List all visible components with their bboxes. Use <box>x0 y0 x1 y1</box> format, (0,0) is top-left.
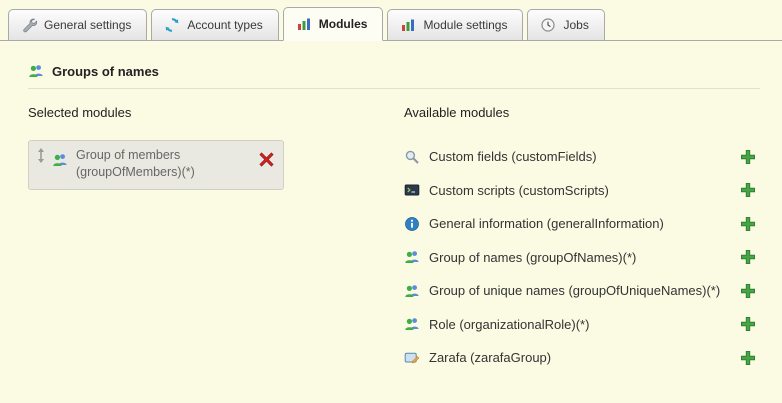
bar-chart-icon <box>400 17 416 33</box>
section-header: Groups of names <box>28 63 760 79</box>
tab-account-types[interactable]: Account types <box>151 9 278 41</box>
available-module-row: Role (organizationalRole)(*) <box>404 308 760 342</box>
group-icon <box>404 283 420 299</box>
add-module-button[interactable] <box>740 316 756 332</box>
script-icon <box>404 182 420 198</box>
add-module-button[interactable] <box>740 216 756 232</box>
section-title: Groups of names <box>52 64 159 79</box>
group-icon <box>404 249 420 265</box>
add-module-button[interactable] <box>740 283 756 299</box>
available-module-row: General information (generalInformation) <box>404 207 760 241</box>
tab-label: Jobs <box>563 18 588 32</box>
tab-modules[interactable]: Modules <box>283 7 384 41</box>
available-modules-column: Available modules Custom fields (customF… <box>404 105 760 375</box>
available-module-row: Zarafa (zarafaGroup) <box>404 341 760 375</box>
available-modules-heading: Available modules <box>404 105 760 120</box>
tab-general-settings[interactable]: General settings <box>8 9 147 41</box>
tab-jobs[interactable]: Jobs <box>527 9 604 41</box>
group-icon <box>52 152 68 168</box>
selected-modules-heading: Selected modules <box>28 105 404 120</box>
module-columns: Selected modules Group of members (group… <box>28 105 760 375</box>
drag-handle-icon[interactable] <box>37 148 46 163</box>
tab-label: Modules <box>319 17 368 31</box>
clock-icon <box>540 17 556 33</box>
add-module-button[interactable] <box>740 249 756 265</box>
tab-label: Account types <box>187 18 262 32</box>
available-module-row: Group of names (groupOfNames)(*) <box>404 241 760 275</box>
bar-chart-icon <box>296 16 312 32</box>
content-area: Groups of names Selected modules Group o… <box>0 41 782 375</box>
group-icon <box>28 63 44 79</box>
wrench-icon <box>21 17 37 33</box>
add-module-button[interactable] <box>740 350 756 366</box>
available-module-label: Group of names (groupOfNames)(*) <box>429 250 636 265</box>
available-module-row: Custom fields (customFields) <box>404 140 760 174</box>
info-icon <box>404 216 420 232</box>
available-module-label: Custom scripts (customScripts) <box>429 183 609 198</box>
tab-label: Module settings <box>423 18 507 32</box>
available-module-row: Custom scripts (customScripts) <box>404 174 760 208</box>
add-module-button[interactable] <box>740 182 756 198</box>
zarafa-icon <box>404 350 420 366</box>
available-module-row: Group of unique names (groupOfUniqueName… <box>404 274 760 308</box>
magnifier-icon <box>404 149 420 165</box>
selected-module-label: Group of members (groupOfMembers)(*) <box>76 147 224 181</box>
available-module-label: General information (generalInformation) <box>429 216 664 231</box>
selected-modules-column: Selected modules Group of members (group… <box>28 105 404 375</box>
tab-bar: General settings Account types Modules M… <box>0 0 782 41</box>
add-module-button[interactable] <box>740 149 756 165</box>
available-module-label: Group of unique names (groupOfUniqueName… <box>429 283 720 298</box>
available-module-label: Role (organizationalRole)(*) <box>429 317 589 332</box>
tab-label: General settings <box>44 18 131 32</box>
remove-module-button[interactable] <box>258 151 275 168</box>
divider <box>28 88 760 89</box>
available-module-label: Zarafa (zarafaGroup) <box>429 350 551 365</box>
gear-icon <box>164 17 180 33</box>
group-icon <box>404 316 420 332</box>
selected-module-item[interactable]: Group of members (groupOfMembers)(*) <box>28 140 284 190</box>
available-module-label: Custom fields (customFields) <box>429 149 597 164</box>
tab-module-settings[interactable]: Module settings <box>387 9 523 41</box>
